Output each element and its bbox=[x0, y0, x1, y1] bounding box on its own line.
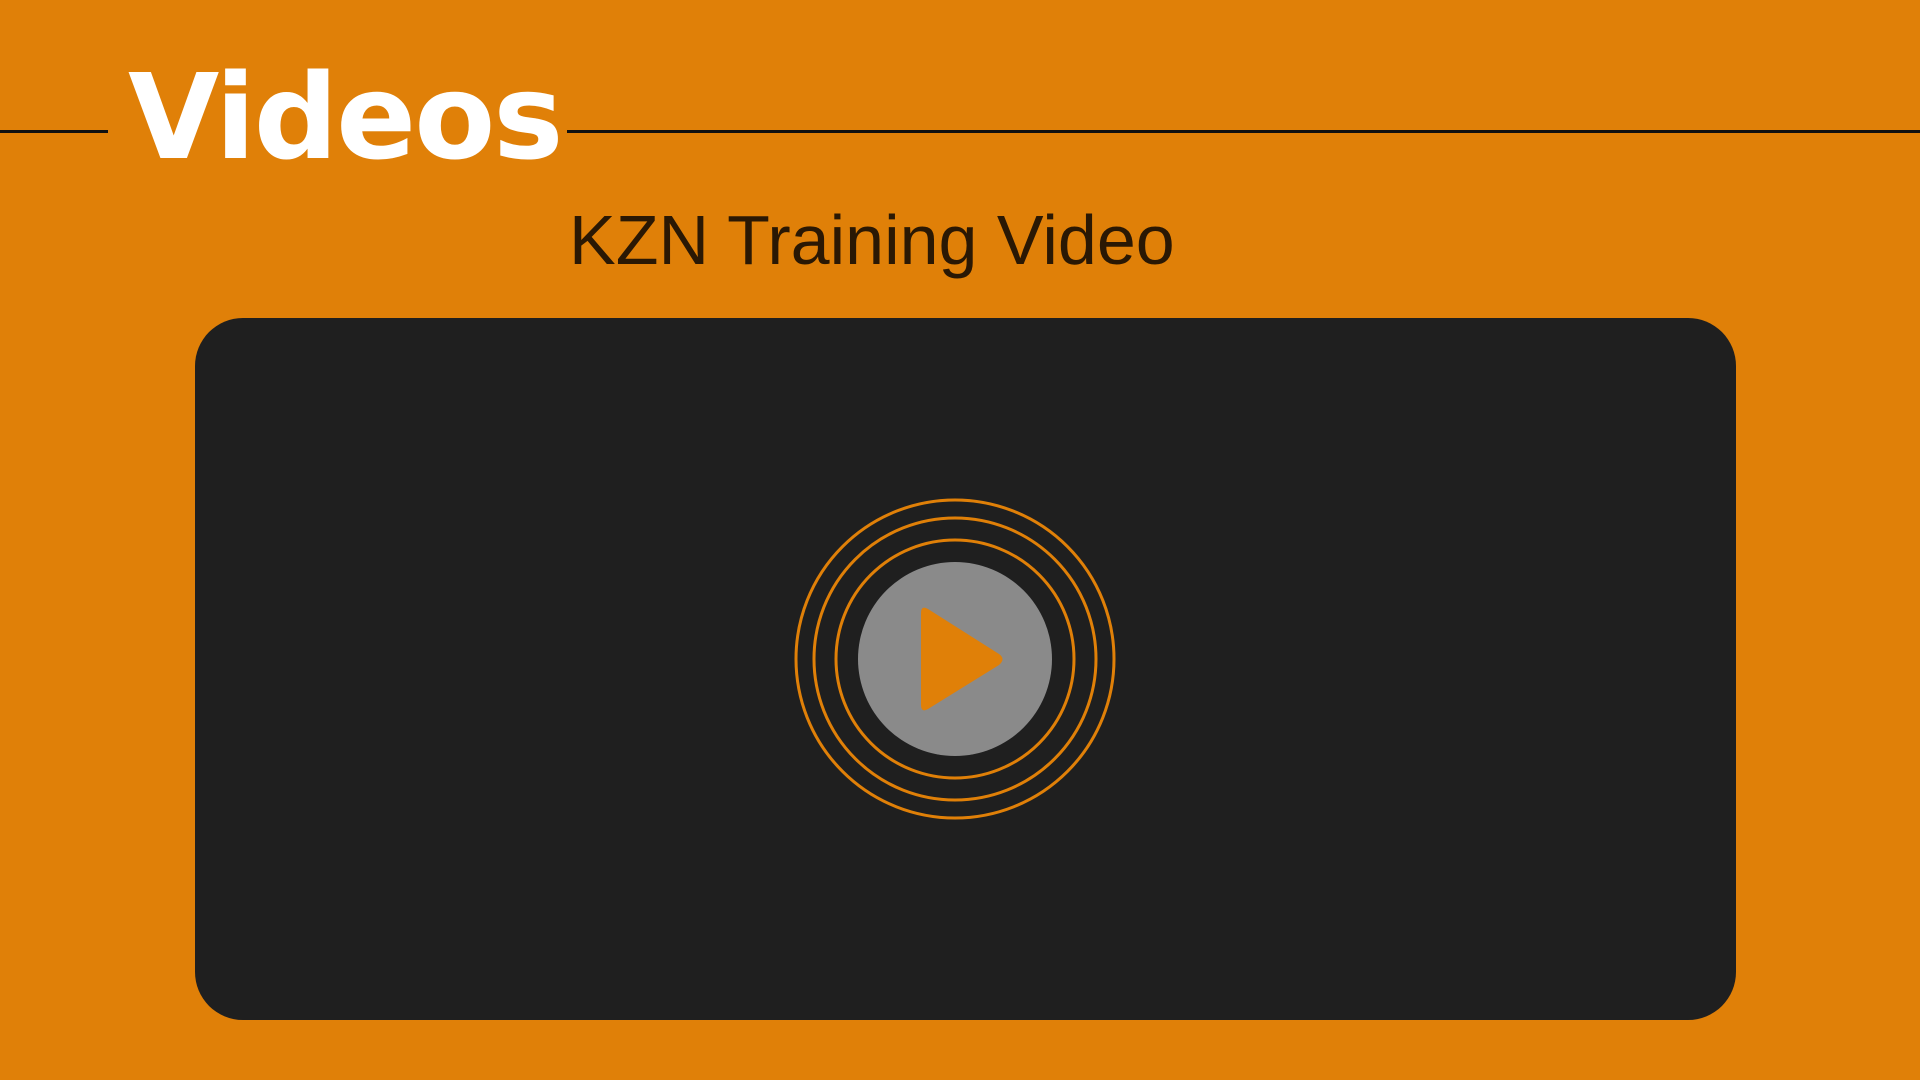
header-divider-left bbox=[0, 130, 108, 133]
header-divider-right bbox=[567, 130, 1920, 133]
video-title: KZN Training Video bbox=[569, 201, 1175, 279]
page-title: Videos bbox=[128, 48, 563, 186]
play-icon bbox=[794, 498, 1116, 820]
play-button[interactable] bbox=[793, 497, 1117, 821]
